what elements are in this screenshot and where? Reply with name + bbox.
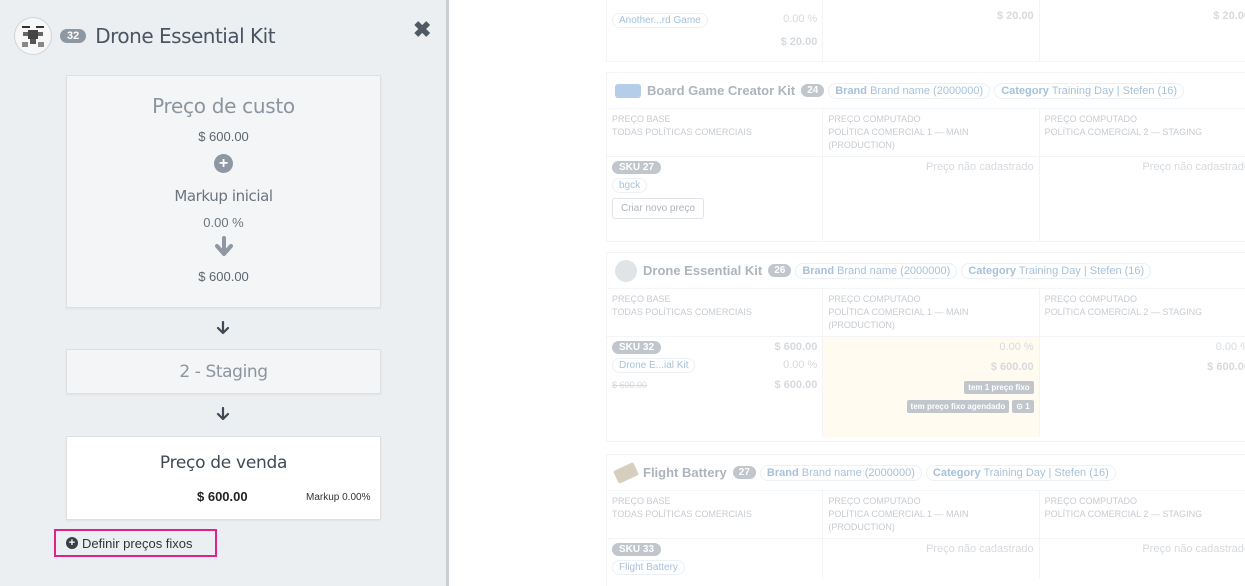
bg-item-pill[interactable]: Another...rd Game (612, 13, 708, 28)
plus-icon: + (214, 154, 233, 173)
sidebar-divider (446, 0, 449, 586)
markup-value: 0.00 % (203, 215, 244, 230)
markup-label: Markup inicial (174, 187, 273, 205)
sidebar-header: 32 Drone Essential Kit (14, 17, 276, 55)
cost-price-card: Preço de custo $ 600.00 + Markup inicial… (66, 75, 381, 308)
drone-icon (22, 26, 44, 47)
policy-staging-card[interactable]: 2 - Staging (66, 349, 381, 394)
bg-product-board-game: Board Game Creator Kit 24 Brand Brand na… (606, 72, 1245, 242)
product-count-badge: 32 (60, 29, 87, 43)
sidebar-title: Drone Essential Kit (95, 24, 276, 48)
sale-price-value: $ 600.00 (197, 489, 248, 504)
result-value: $ 600.00 (198, 269, 249, 284)
bg-top-row: Another...rd Game 0.00 % $ 20.00 $ 20.00 … (606, 0, 1245, 62)
sale-markup-value: Markup 0.00% (306, 492, 371, 503)
close-icon[interactable]: ✖ (413, 17, 431, 43)
product-thumb-icon (615, 83, 641, 98)
plus-circle-icon: + (66, 537, 78, 549)
battery-thumb-icon (613, 461, 639, 484)
define-fixed-prices-button[interactable]: + Definir preços fixos (54, 529, 217, 557)
cost-price-heading: Preço de custo (152, 94, 295, 118)
background-page: Another...rd Game 0.00 % $ 20.00 $ 20.00 … (449, 0, 1245, 586)
bg-product-drone: Drone Essential Kit 26 Brand Brand name … (606, 252, 1245, 442)
create-price-button[interactable]: Criar novo preço (612, 198, 704, 219)
arrow-down-icon (216, 407, 230, 421)
price-detail-sidebar: 32 Drone Essential Kit ✖ Preço de custo … (0, 0, 446, 586)
bg-product-battery: Flight Battery 27 Brand Brand name (2000… (606, 454, 1245, 586)
arrow-down-icon (216, 321, 230, 335)
sale-price-card: Preço de venda $ 600.00 Markup 0.00% (66, 436, 381, 520)
product-avatar (14, 17, 52, 55)
drone-thumb-icon (615, 259, 637, 282)
arrow-down-icon (214, 236, 233, 256)
cost-value: $ 600.00 (198, 129, 249, 144)
sale-price-heading: Preço de venda (159, 453, 288, 473)
